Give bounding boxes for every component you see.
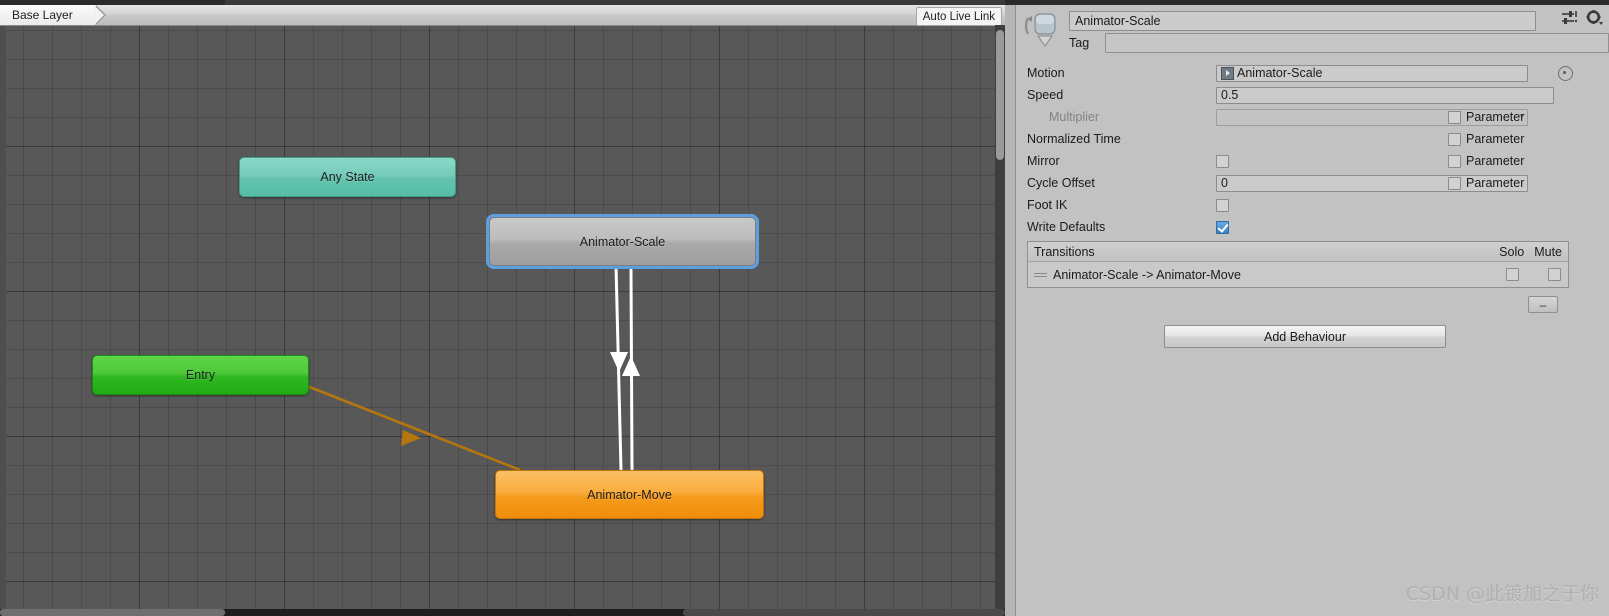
property-label: Cycle Offset	[1027, 176, 1095, 190]
graph-vertical-scrollbar-thumb[interactable]	[996, 30, 1004, 160]
graph-horizontal-scrollbar-thumb-secondary[interactable]	[683, 609, 1005, 616]
checkbox[interactable]	[1448, 176, 1461, 190]
inspector-header-icons	[1561, 10, 1603, 28]
foot-ik-checkbox[interactable]	[1216, 198, 1229, 212]
state-node-animator-scale[interactable]: Animator-Scale	[486, 214, 759, 269]
property-label: Foot IK	[1027, 198, 1068, 212]
property-label: Write Defaults	[1027, 220, 1106, 234]
state-node-any-state[interactable]: Any State	[239, 157, 456, 197]
layer-breadcrumb-bar[interactable]: Base Layer Auto Live Link	[0, 5, 1005, 26]
normalized-time-parameter-toggle[interactable]: Parameter	[1448, 132, 1524, 146]
parameter-label: Parameter	[1466, 110, 1525, 124]
state-node-label: Animator-Move	[587, 487, 672, 502]
parameter-label: Parameter	[1466, 176, 1525, 190]
speed-input[interactable]: 0.5	[1216, 86, 1554, 104]
graph-horizontal-scrollbar-thumb[interactable]	[0, 609, 225, 616]
inspector-header: Animator-Scale Tag	[1016, 5, 1609, 55]
transitions-panel: Transitions Solo Mute Animator-Scale -> …	[1027, 241, 1569, 288]
add-behaviour-label: Add Behaviour	[1263, 329, 1346, 344]
property-row-multiplier: Multiplier Parameter	[1016, 106, 1609, 128]
drag-handle-icon[interactable]	[1034, 271, 1047, 279]
property-row-motion: Motion Animator-Scale	[1016, 62, 1609, 84]
speed-value: 0.5	[1221, 88, 1239, 102]
multiplier-parameter-toggle[interactable]: Parameter	[1448, 110, 1524, 124]
parameter-label: Parameter	[1466, 154, 1525, 168]
motion-object-picker-icon[interactable]	[1558, 66, 1573, 81]
add-behaviour-button[interactable]: Add Behaviour	[1164, 325, 1446, 348]
watermark-text: CSDN @此镀加之于你	[1405, 583, 1599, 605]
motion-value: Animator-Scale	[1237, 66, 1323, 80]
property-label: Speed	[1027, 88, 1064, 102]
checkbox[interactable]	[1448, 132, 1461, 146]
property-row-mirror: Mirror Parameter	[1016, 150, 1609, 172]
transition-edges	[306, 265, 640, 472]
gear-icon[interactable]	[1586, 10, 1603, 28]
auto-live-link-label: Auto Live Link	[922, 10, 995, 23]
state-node-entry[interactable]: Entry	[92, 355, 309, 395]
transitions-title: Transitions	[1034, 244, 1095, 259]
state-name-value: Animator-Scale	[1075, 14, 1161, 28]
property-row-foot-ik: Foot IK	[1016, 194, 1609, 216]
property-row-speed: Speed 0.5	[1016, 84, 1609, 106]
property-row-cycle-offset: Cycle Offset 0 Parameter	[1016, 172, 1609, 194]
minus-icon: –	[1539, 297, 1547, 312]
property-row-normalized-time: Normalized Time Parameter	[1016, 128, 1609, 150]
breadcrumb-label: Base Layer	[12, 8, 73, 22]
property-label: Mirror	[1027, 154, 1060, 168]
checkbox[interactable]	[1448, 154, 1461, 168]
checkbox[interactable]	[1448, 110, 1461, 124]
auto-live-link-button[interactable]: Auto Live Link	[915, 7, 1002, 26]
transition-solo-checkbox[interactable]	[1506, 268, 1519, 281]
property-label: Normalized Time	[1027, 132, 1121, 146]
tag-input[interactable]	[1105, 32, 1609, 53]
property-label: Multiplier	[1049, 110, 1100, 124]
breadcrumb-base-layer[interactable]: Base Layer	[0, 5, 106, 25]
state-node-label: Entry	[185, 368, 216, 382]
transitions-col-solo: Solo	[1499, 244, 1525, 259]
write-defaults-checkbox[interactable]	[1216, 220, 1229, 234]
state-node-animator-move[interactable]: Animator-Move	[495, 470, 764, 519]
tag-label: Tag	[1069, 35, 1090, 50]
preset-sliders-icon[interactable]	[1561, 10, 1578, 28]
state-name-input[interactable]: Animator-Scale	[1069, 11, 1536, 31]
mirror-checkbox[interactable]	[1216, 154, 1229, 168]
window-top-strip	[0, 0, 1005, 5]
inspector-panel[interactable]: Animator-Scale Tag Motion Animator-Scale…	[1005, 0, 1609, 616]
animator-graph-panel[interactable]: Base Layer Auto Live Link Any State Entr…	[0, 0, 1005, 616]
transitions-col-mute: Mute	[1534, 244, 1562, 259]
mirror-parameter-toggle[interactable]: Parameter	[1448, 154, 1524, 168]
remove-transition-button[interactable]: –	[1528, 296, 1558, 313]
state-node-label: Animator-Scale	[579, 234, 666, 249]
animator-state-icon	[1022, 10, 1064, 52]
transition-mute-checkbox[interactable]	[1548, 268, 1561, 281]
property-label: Motion	[1027, 66, 1065, 80]
transitions-header: Transitions Solo Mute	[1028, 242, 1568, 262]
cycle-offset-parameter-toggle[interactable]: Parameter	[1448, 176, 1524, 190]
cycle-offset-value: 0	[1221, 176, 1228, 190]
motion-object-field[interactable]: Animator-Scale	[1216, 64, 1528, 82]
tag-row: Tag	[1069, 32, 1609, 53]
animation-clip-icon	[1221, 66, 1234, 80]
parameter-label: Parameter	[1466, 132, 1525, 146]
window-top-strip-light	[225, 0, 1005, 5]
state-node-label: Any State	[320, 170, 375, 184]
inspector-left-edge	[1005, 5, 1016, 616]
state-properties: Motion Animator-Scale Speed 0.5 Multipli…	[1016, 62, 1609, 238]
property-row-write-defaults: Write Defaults	[1016, 216, 1609, 238]
transition-label: Animator-Scale -> Animator-Move	[1053, 267, 1241, 282]
transition-list-item[interactable]: Animator-Scale -> Animator-Move	[1028, 262, 1568, 287]
